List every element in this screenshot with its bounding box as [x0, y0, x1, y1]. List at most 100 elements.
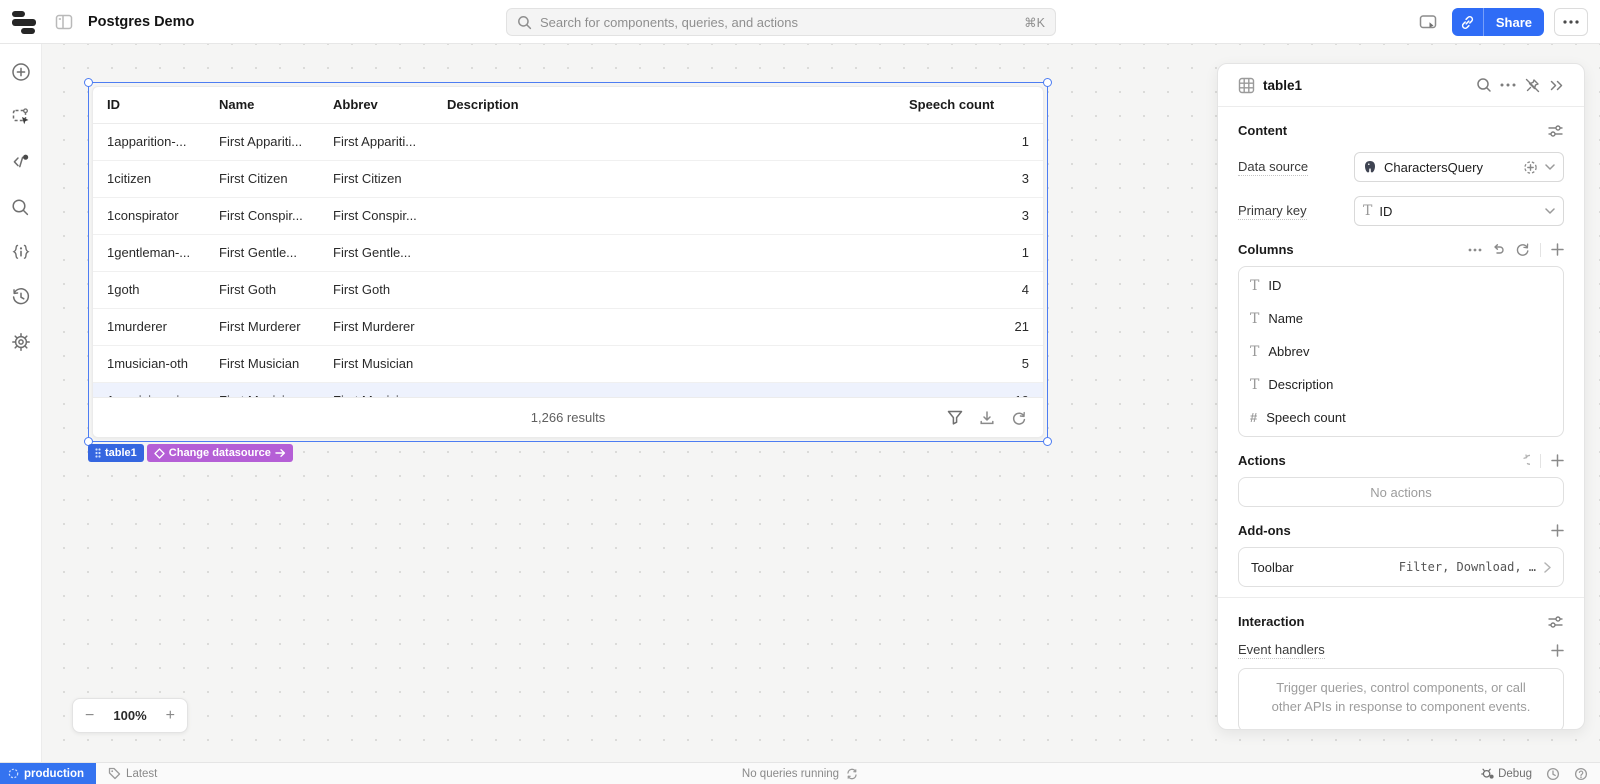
table-column-header[interactable]: Name	[219, 97, 333, 112]
more-options-button[interactable]	[1554, 8, 1588, 36]
add-addon-icon[interactable]	[1551, 524, 1564, 537]
sliders-icon[interactable]	[1547, 615, 1564, 629]
environment-selector[interactable]: production	[0, 763, 96, 784]
cell-name[interactable]: First Appariti...	[219, 134, 333, 149]
component-name-badge[interactable]: table1	[88, 444, 144, 462]
cell-id[interactable]: 1conspirator	[107, 208, 219, 223]
table-row[interactable]: 1gentleman-... First Gentle... First Gen…	[93, 235, 1043, 272]
cell-name[interactable]: First Gentle...	[219, 245, 333, 260]
toolbar-addon-row[interactable]: Toolbar Filter, Download, …	[1238, 547, 1564, 587]
state-panel-button[interactable]	[6, 237, 36, 267]
cell-id[interactable]: 1apparition-...	[107, 134, 219, 149]
column-list-item[interactable]: T ID	[1239, 269, 1563, 302]
cell-name[interactable]: First Goth	[219, 282, 333, 297]
search-panel-button[interactable]	[6, 192, 36, 222]
search-input[interactable]	[540, 15, 1016, 30]
zoom-out-button[interactable]: −	[85, 707, 94, 725]
cell-speech-count[interactable]: 3	[909, 208, 1029, 223]
history-panel-button[interactable]	[6, 282, 36, 312]
version-selector[interactable]: Latest	[96, 763, 169, 784]
cell-abbrev[interactable]: First Citizen	[333, 171, 447, 186]
cell-speech-count[interactable]: 3	[909, 171, 1029, 186]
cell-speech-count[interactable]: 1	[909, 134, 1029, 149]
cell-abbrev[interactable]: First Murderer	[333, 319, 447, 334]
copy-link-button[interactable]	[1452, 8, 1484, 36]
cell-abbrev[interactable]: First Goth	[333, 282, 447, 297]
reset-columns-icon[interactable]	[1492, 243, 1505, 256]
sliders-icon[interactable]	[1547, 124, 1564, 138]
table-row[interactable]: 1murderer First Murderer First Murderer …	[93, 309, 1043, 346]
columns-more-icon[interactable]	[1468, 248, 1482, 252]
cell-id[interactable]: 1gentleman-...	[107, 245, 219, 260]
share-button[interactable]: Share	[1484, 8, 1544, 36]
zoom-in-button[interactable]: +	[166, 707, 175, 725]
settings-button[interactable]	[6, 327, 36, 357]
table-column-header[interactable]: Speech count	[909, 97, 1029, 112]
data-source-select[interactable]: CharactersQuery	[1354, 152, 1564, 182]
cell-abbrev[interactable]: First Appariti...	[333, 134, 447, 149]
help-icon[interactable]	[1574, 767, 1588, 781]
wrap-query-icon[interactable]	[1523, 160, 1538, 175]
debug-button[interactable]: Debug	[1481, 767, 1532, 780]
cell-id[interactable]: 1citizen	[107, 171, 219, 186]
inspector-search-icon[interactable]	[1476, 77, 1492, 93]
table-row[interactable]: 1musician-oth First Musician First Music…	[93, 346, 1043, 383]
table-column-header[interactable]: Description	[447, 97, 909, 112]
table-row[interactable]: 1musician-si First Musician First Musici…	[93, 383, 1043, 397]
add-column-icon[interactable]	[1551, 243, 1564, 256]
zoom-level[interactable]: 100%	[113, 708, 146, 723]
cell-speech-count[interactable]: 5	[909, 356, 1029, 371]
cell-name[interactable]: First Citizen	[219, 171, 333, 186]
table-row[interactable]: 1conspirator First Conspir... First Cons…	[93, 198, 1043, 235]
present-app-icon[interactable]	[1414, 8, 1442, 36]
resize-handle-top-left[interactable]	[84, 78, 93, 87]
column-list-item[interactable]: T Abbrev	[1239, 335, 1563, 368]
table-column-header[interactable]: Abbrev	[333, 97, 447, 112]
column-list-item[interactable]: # Speech count	[1239, 401, 1563, 434]
table-row[interactable]: 1goth First Goth First Goth 4	[93, 272, 1043, 309]
share-button-group: Share	[1452, 8, 1544, 36]
select-components-button[interactable]	[6, 102, 36, 132]
cell-abbrev[interactable]: First Musician	[333, 356, 447, 371]
table1-component[interactable]: IDNameAbbrevDescriptionSpeech count 1app…	[92, 86, 1044, 438]
unpin-panel-icon[interactable]	[1524, 77, 1541, 94]
cell-name[interactable]: First Conspir...	[219, 208, 333, 223]
add-event-handler-icon[interactable]	[1551, 644, 1564, 657]
change-datasource-label: Change datasource	[169, 447, 271, 459]
cell-id[interactable]: 1musician-oth	[107, 356, 219, 371]
inspector-more-icon[interactable]	[1500, 83, 1516, 87]
filter-icon[interactable]	[947, 410, 963, 425]
cell-speech-count[interactable]: 21	[909, 319, 1029, 334]
code-panel-button[interactable]	[6, 147, 36, 177]
cell-id[interactable]: 1goth	[107, 282, 219, 297]
resize-handle-top-right[interactable]	[1043, 78, 1052, 87]
refresh-icon[interactable]	[1011, 410, 1027, 426]
resize-handle-bottom-right[interactable]	[1043, 437, 1052, 446]
change-datasource-button[interactable]: Change datasource	[147, 444, 293, 462]
cell-name[interactable]: First Murderer	[219, 319, 333, 334]
left-panel-toggle-icon[interactable]	[52, 10, 76, 34]
collapse-panel-icon[interactable]	[1549, 79, 1564, 92]
column-list-item[interactable]: T Name	[1239, 302, 1563, 335]
history-clock-icon[interactable]	[1546, 767, 1560, 781]
sync-icon[interactable]	[846, 768, 858, 780]
retool-logo[interactable]	[12, 11, 38, 33]
cell-speech-count[interactable]: 4	[909, 282, 1029, 297]
primary-key-select[interactable]: T ID	[1354, 196, 1564, 226]
cell-abbrev[interactable]: First Conspir...	[333, 208, 447, 223]
table-row[interactable]: 1apparition-... First Appariti... First …	[93, 124, 1043, 161]
cell-abbrev[interactable]: First Gentle...	[333, 245, 447, 260]
table-row[interactable]: 1citizen First Citizen First Citizen 3	[93, 161, 1043, 198]
cell-speech-count[interactable]: 1	[909, 245, 1029, 260]
cell-name[interactable]: First Musician	[219, 356, 333, 371]
regenerate-columns-icon[interactable]	[1515, 242, 1530, 257]
add-component-button[interactable]	[6, 57, 36, 87]
add-action-icon[interactable]	[1551, 454, 1564, 467]
global-search[interactable]: ⌘K	[506, 8, 1056, 36]
table-column-header[interactable]: ID	[107, 97, 219, 112]
component-name-label: table1	[105, 447, 137, 459]
download-icon[interactable]	[979, 410, 995, 426]
column-list-item[interactable]: T Description	[1239, 368, 1563, 401]
cell-id[interactable]: 1murderer	[107, 319, 219, 334]
actions-reset-icon[interactable]	[1517, 454, 1530, 467]
